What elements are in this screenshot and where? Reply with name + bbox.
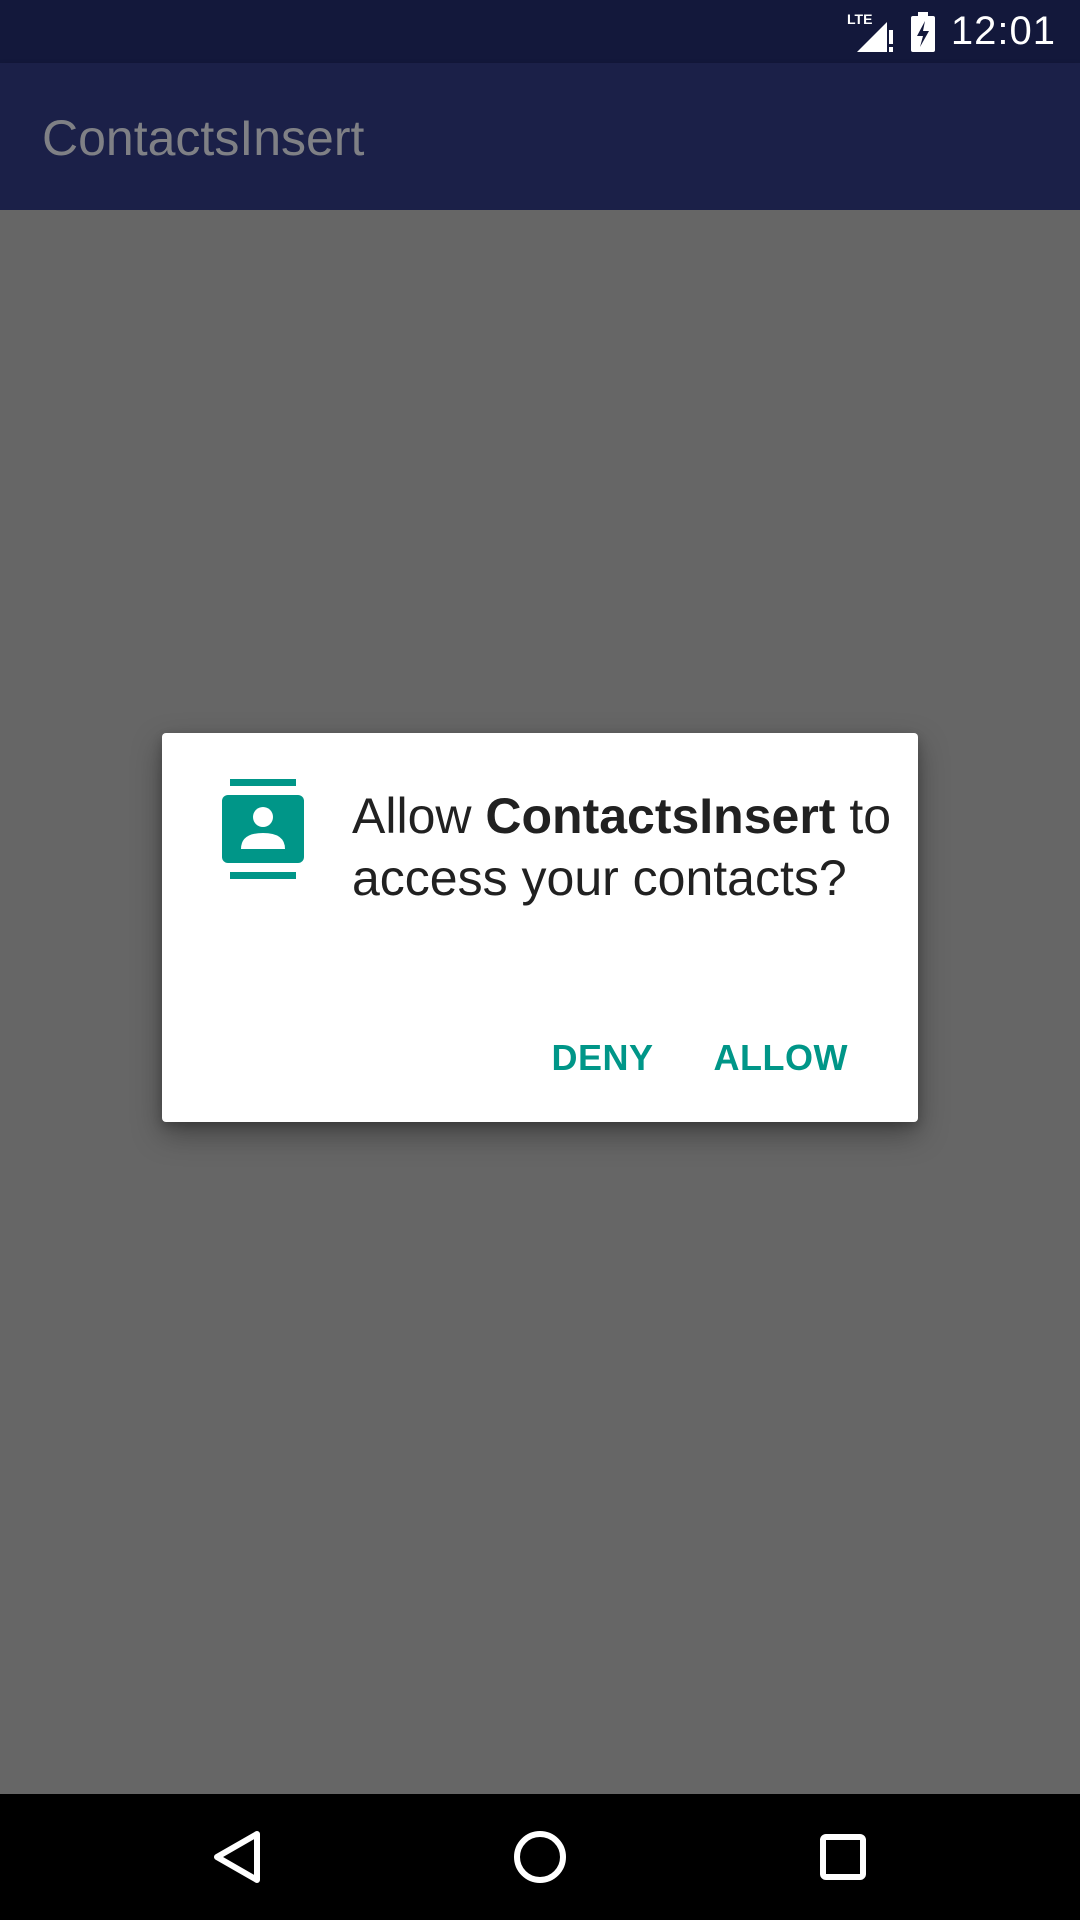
svg-text:LTE: LTE [847, 11, 872, 27]
dialog-actions: DENY ALLOW [522, 1023, 879, 1093]
back-button[interactable] [137, 1794, 337, 1920]
message-prefix: Allow [352, 788, 486, 844]
battery-charging-icon [909, 11, 937, 52]
permission-message: Allow ContactsInsert to access your cont… [352, 785, 892, 909]
back-icon [211, 1830, 263, 1884]
lte-signal-icon: LTE [847, 10, 895, 54]
status-bar: LTE 12:01 [0, 0, 1080, 63]
contacts-icon [222, 779, 304, 879]
app-title: ContactsInsert [42, 110, 365, 166]
allow-button[interactable]: ALLOW [684, 1023, 878, 1093]
navigation-bar [0, 1794, 1080, 1920]
deny-button[interactable]: DENY [522, 1023, 684, 1093]
recents-button[interactable] [743, 1794, 943, 1920]
home-button[interactable] [440, 1794, 640, 1920]
app-bar: ContactsInsert [0, 63, 1080, 210]
message-app-name: ContactsInsert [485, 788, 836, 844]
recents-icon [819, 1833, 867, 1881]
status-time: 12:01 [950, 9, 1056, 53]
status-icons: LTE 12:01 [847, 0, 1056, 63]
permission-dialog: Allow ContactsInsert to access your cont… [162, 733, 918, 1122]
home-icon [512, 1829, 568, 1885]
